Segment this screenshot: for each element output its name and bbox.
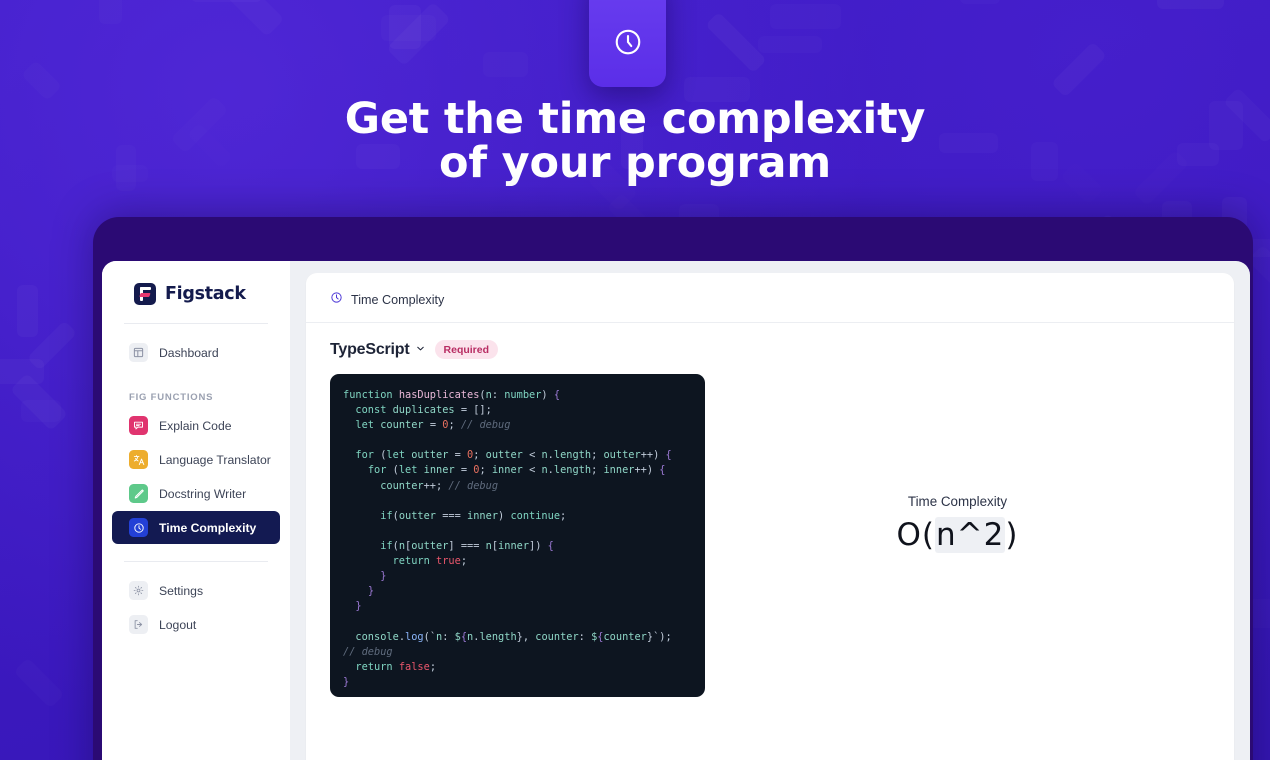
card-header: Time Complexity <box>330 291 1210 322</box>
hero-app-icon-card <box>589 0 666 87</box>
dashboard-icon <box>129 343 148 362</box>
translate-icon <box>129 450 148 469</box>
language-row: TypeScript Required <box>330 340 1210 359</box>
result-value: O(n^2) <box>897 517 1019 553</box>
pencil-icon <box>129 484 148 503</box>
figstack-logo-icon <box>134 283 156 305</box>
sidebar-item-settings[interactable]: Settings <box>112 574 280 607</box>
sidebar-item-label: Time Complexity <box>159 520 257 535</box>
result-panel: Time Complexity O(n^2) <box>705 374 1210 697</box>
result-value-prefix: O( <box>896 517 936 553</box>
sidebar-section-label: FIG FUNCTIONS <box>129 392 214 403</box>
sidebar-item-docstring-writer[interactable]: Docstring Writer <box>112 477 280 510</box>
sidebar: Figstack Dashboard FIG FUNCTIONS Explain… <box>102 261 290 760</box>
sidebar-bottom-nav: Settings Logout <box>102 574 290 642</box>
clock-icon <box>129 518 148 537</box>
sidebar-item-label: Settings <box>159 583 204 598</box>
sidebar-item-dashboard[interactable]: Dashboard <box>112 336 280 369</box>
clock-icon <box>613 27 643 57</box>
sidebar-item-language-translator[interactable]: Language Translator <box>112 443 280 476</box>
time-complexity-card: Time Complexity TypeScript Required func… <box>306 273 1234 760</box>
hero-title-line-1: Get the time complexity <box>344 94 926 144</box>
main-content: Time Complexity TypeScript Required func… <box>290 261 1250 760</box>
sidebar-item-logout[interactable]: Logout <box>112 608 280 641</box>
sidebar-item-label: Language Translator <box>159 452 271 467</box>
card-title: Time Complexity <box>351 293 445 307</box>
brand-name: Figstack <box>165 284 246 304</box>
brand: Figstack <box>102 261 290 305</box>
sidebar-top-nav: Dashboard <box>102 336 290 370</box>
language-select-value: TypeScript <box>330 340 410 358</box>
logout-icon <box>129 615 148 634</box>
hero-title-line-2: of your program <box>439 137 831 188</box>
app-window-frame: Figstack Dashboard FIG FUNCTIONS Explain… <box>93 217 1253 760</box>
card-header-divider <box>306 322 1234 323</box>
sidebar-item-label: Dashboard <box>159 345 219 360</box>
sidebar-item-explain-code[interactable]: Explain Code <box>112 409 280 442</box>
clock-icon <box>330 291 343 309</box>
chevron-down-icon <box>415 341 426 359</box>
sidebar-item-label: Logout <box>159 617 197 632</box>
sidebar-divider-top <box>124 323 268 324</box>
sidebar-item-label: Explain Code <box>159 418 232 433</box>
app-window: Figstack Dashboard FIG FUNCTIONS Explain… <box>102 261 1250 760</box>
result-label: Time Complexity <box>907 494 1008 509</box>
speech-bubble-icon <box>129 416 148 435</box>
sidebar-divider-bottom <box>124 561 268 562</box>
sidebar-fig-functions: Explain Code Language Translator Docstri… <box>102 409 290 545</box>
page-title: Get the time complexity of your program <box>0 97 1270 188</box>
sidebar-item-label: Docstring Writer <box>159 486 247 501</box>
language-select[interactable]: TypeScript <box>330 341 426 359</box>
required-badge: Required <box>434 340 499 359</box>
result-value-highlight: n^2 <box>935 517 1006 553</box>
code-editor[interactable]: function hasDuplicates(n: number) { cons… <box>330 374 705 697</box>
workspace: function hasDuplicates(n: number) { cons… <box>330 374 1210 697</box>
gear-icon <box>129 581 148 600</box>
sidebar-item-time-complexity[interactable]: Time Complexity <box>112 511 280 544</box>
result-value-suffix: ) <box>1005 517 1019 553</box>
